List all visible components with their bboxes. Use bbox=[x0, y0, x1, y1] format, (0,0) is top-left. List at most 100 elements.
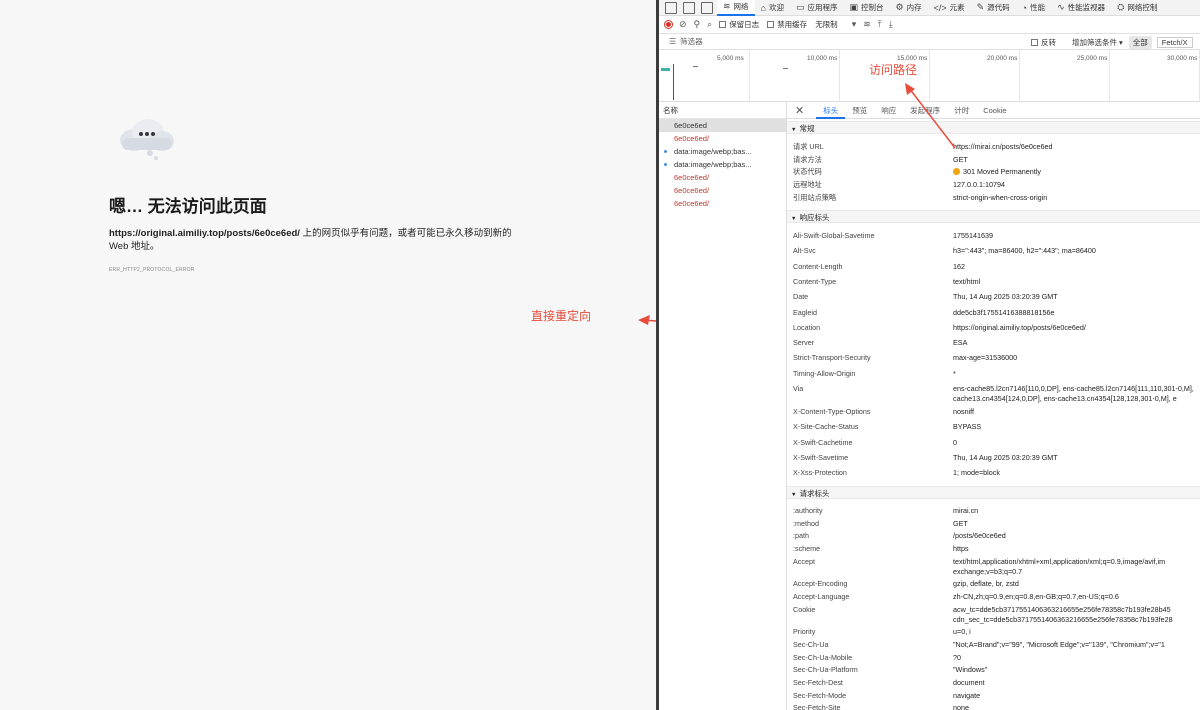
wifi-settings-icon[interactable]: ≋ bbox=[863, 19, 871, 30]
expand-triangle-icon: ▼ bbox=[791, 216, 797, 222]
timeline-gridline bbox=[1019, 50, 1020, 102]
inspect-icon[interactable] bbox=[665, 1, 677, 14]
header-value-text: mirai.cn bbox=[953, 506, 979, 515]
detail-tab-1[interactable]: 预览 bbox=[845, 102, 874, 119]
perf-monitor-icon: ∿ bbox=[1057, 2, 1065, 12]
disable-cache-label: 禁用缓存 bbox=[777, 20, 808, 29]
detail-tab-0[interactable]: 标头 bbox=[816, 102, 846, 119]
header-value: 1; mode=block bbox=[953, 468, 1200, 478]
request-row[interactable]: data:image/webp;bas... bbox=[659, 158, 786, 171]
filter-fetch-button[interactable]: Fetch/X bbox=[1156, 36, 1193, 48]
throttle-chevron-icon[interactable]: ▾ bbox=[852, 19, 857, 30]
devtools-tab-4[interactable]: ⚙ 内存 bbox=[890, 0, 928, 16]
header-value-text-line2: cache13.cn4354[124,0,DP], ens-cache13.cn… bbox=[953, 394, 1177, 403]
devtools-tab-6[interactable]: ✎ 源代码 bbox=[971, 0, 1016, 16]
header-name: X-Xss-Protection bbox=[793, 468, 847, 478]
request-list-header[interactable]: 名称 bbox=[659, 102, 786, 119]
header-name: Date bbox=[793, 292, 809, 302]
download-icon[interactable]: ⤓ bbox=[889, 19, 893, 30]
details-tab-bar: ✕ 标头预览响应发起程序计时Cookie bbox=[787, 102, 1200, 119]
network-toolbar: ⊘ ⚲ ⌕ 保留日志 禁用缓存 无限制 ▾ ≋ ⤒ ⤓ bbox=[659, 16, 1200, 34]
devtools-tab-7[interactable]: ◔ 性能 bbox=[1016, 0, 1051, 16]
request-name: 6e0ce6ed bbox=[674, 121, 707, 130]
section-request-title: 请求标头 bbox=[799, 489, 830, 498]
filter-all-button[interactable]: 全部 bbox=[1128, 35, 1152, 49]
filter-input[interactable]: 筛选器 bbox=[680, 36, 703, 47]
timeline-gridline bbox=[1109, 50, 1110, 102]
devtools-tab-0[interactable]: ≋ 网络 bbox=[717, 0, 755, 16]
close-icon[interactable]: ✕ bbox=[795, 104, 804, 117]
header-value: strict-origin-when-cross-origin bbox=[953, 193, 1200, 203]
throttle-select[interactable]: 无限制 bbox=[815, 19, 838, 30]
header-value: 0 bbox=[953, 438, 1200, 448]
header-name: Content-Type bbox=[793, 276, 837, 286]
section-response-title: 响应标头 bbox=[799, 213, 830, 222]
header-value-text: Thu, 14 Aug 2025 03:20:39 GMT bbox=[953, 292, 1058, 302]
error-title: 嗯… 无法访问此页面 bbox=[109, 197, 267, 216]
header-value-text: ens-cache85.l2cn7146[110,0,DP], ens-cach… bbox=[953, 384, 1194, 393]
devtools-tab-9[interactable]: ⛭ 网络控制 bbox=[1111, 0, 1163, 16]
header-value: "Not;A=Brand";v="99", "Microsoft Edge";v… bbox=[953, 640, 1200, 650]
filter-toggle-icon[interactable]: ⚲ bbox=[694, 19, 701, 30]
more-filters-chevron-icon[interactable]: ▾ bbox=[1119, 38, 1123, 47]
request-row[interactable]: 6e0ce6ed/ bbox=[659, 171, 786, 184]
sad-cloud-icon bbox=[120, 119, 174, 160]
timeline-tick-label: 5,000 ms bbox=[717, 55, 744, 62]
section-request-headers[interactable]: ▼ 请求标头 bbox=[787, 486, 1200, 499]
request-name: 6e0ce6ed/ bbox=[674, 199, 710, 208]
header-value: 162 bbox=[953, 262, 1200, 272]
section-general[interactable]: ▼ 常规 bbox=[787, 121, 1200, 134]
request-list: 名称 6e0ce6ed 6e0ce6ed/data:image/webp;bas.… bbox=[659, 102, 787, 710]
filter-icon: ☰ bbox=[669, 37, 677, 46]
request-row[interactable]: data:image/webp;bas... bbox=[659, 145, 786, 158]
devtools-tab-5[interactable]: </> 元素 bbox=[928, 0, 971, 16]
header-name: Priority bbox=[793, 627, 816, 637]
disable-cache-checkbox[interactable]: 禁用缓存 bbox=[767, 19, 807, 30]
header-value-text: "Windows" bbox=[953, 665, 988, 675]
search-icon[interactable]: ⌕ bbox=[707, 19, 712, 30]
dock-icon[interactable] bbox=[701, 1, 713, 14]
devtools-tab-label: 元素 bbox=[949, 3, 965, 12]
header-value-text: text/html bbox=[953, 276, 981, 286]
request-row[interactable]: 6e0ce6ed/ bbox=[659, 197, 786, 210]
invert-checkbox[interactable]: 反转 bbox=[1031, 37, 1056, 48]
header-value: text/html,application/xhtml+xml,applicat… bbox=[953, 557, 1200, 577]
sources-icon: ✎ bbox=[976, 2, 985, 12]
header-value-text: Thu, 14 Aug 2025 03:20:39 GMT bbox=[953, 452, 1058, 462]
request-row[interactable]: 6e0ce6ed/ bbox=[659, 132, 786, 145]
devtools-tab-2[interactable]: ▭ 应用程序 bbox=[790, 0, 844, 16]
request-row[interactable]: 6e0ce6ed/ bbox=[659, 184, 786, 197]
detail-tab-5[interactable]: Cookie bbox=[976, 102, 1013, 119]
section-response-headers[interactable]: ▼ 响应标头 bbox=[787, 210, 1200, 223]
header-value: document bbox=[953, 678, 1200, 688]
header-value-text: GET bbox=[953, 518, 968, 528]
record-button[interactable] bbox=[664, 20, 673, 29]
header-value-text: navigate bbox=[953, 690, 981, 700]
header-value: BYPASS bbox=[953, 422, 1200, 432]
header-value: ens-cache85.l2cn7146[110,0,DP], ens-cach… bbox=[953, 384, 1200, 404]
header-value-text: https://original.aimiliy.top/posts/6e0ce… bbox=[953, 322, 1086, 332]
console-icon: ▣ bbox=[849, 2, 859, 12]
devtools-tab-8[interactable]: ∿ 性能监视器 bbox=[1051, 0, 1111, 16]
devtools-tab-3[interactable]: ▣ 控制台 bbox=[844, 0, 890, 16]
header-value-text: 162 bbox=[953, 261, 965, 271]
more-filters-dropdown[interactable]: 增加筛选条件 bbox=[1072, 37, 1117, 48]
expand-triangle-icon: ▼ bbox=[791, 492, 797, 498]
request-row[interactable]: 6e0ce6ed bbox=[659, 119, 786, 132]
header-name: Content-Length bbox=[793, 261, 843, 271]
preserve-log-checkbox[interactable]: 保留日志 bbox=[719, 19, 759, 30]
device-emulation-icon[interactable] bbox=[683, 1, 695, 14]
header-value-text: gzip, deflate, br, zstd bbox=[953, 579, 1019, 589]
upload-icon[interactable]: ⤒ bbox=[878, 19, 882, 30]
header-value-text: nosniff bbox=[953, 407, 975, 416]
devtools-tab-label: 应用程序 bbox=[807, 3, 838, 12]
header-value: https://mirai.cn/posts/6e0ce6ed bbox=[953, 142, 1200, 152]
devtools-tab-1[interactable]: ⌂ 欢迎 bbox=[755, 0, 790, 16]
clear-icon[interactable]: ⊘ bbox=[679, 19, 687, 30]
header-name: 请求 URL bbox=[793, 142, 824, 151]
timeline-mark bbox=[693, 66, 698, 67]
header-value: text/html bbox=[953, 277, 1200, 287]
header-value: navigate bbox=[953, 691, 1200, 701]
header-value: 301 Moved Permanently bbox=[953, 167, 1200, 177]
header-value-text: "Not;A=Brand";v="99", "Microsoft Edge";v… bbox=[953, 639, 1165, 649]
